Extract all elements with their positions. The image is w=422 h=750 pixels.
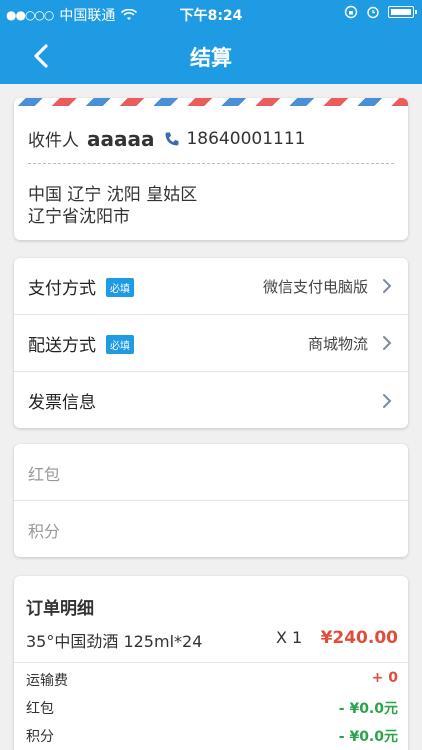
chevron-right-icon bbox=[383, 393, 392, 408]
invoice-info-row[interactable]: 发票信息 bbox=[14, 372, 408, 428]
alarm-icon bbox=[367, 6, 379, 19]
address-detail: 辽宁省沈阳市 bbox=[28, 207, 130, 227]
recipient-row: 收件人 aaaaa 18640001111 bbox=[28, 126, 306, 152]
shipping-fee-row: 运输费 + 0 bbox=[26, 670, 398, 690]
payment-method-label: 支付方式 bbox=[28, 278, 96, 299]
status-bar: ●●○○○ 中国联通 下午8:24 bbox=[0, 0, 422, 28]
order-detail-title: 订单明细 bbox=[26, 599, 94, 619]
redpacket-label: 红包 bbox=[28, 465, 61, 484]
item-price: ¥240.00 bbox=[320, 628, 398, 648]
order-detail-card: 订单明细 35°中国劲酒 125ml*24 X 1 ¥240.00 运输费 + … bbox=[14, 576, 408, 750]
recipient-label: 收件人 bbox=[28, 131, 79, 151]
delivery-method-row[interactable]: 配送方式 必填 商城物流 bbox=[14, 315, 408, 372]
delivery-method-label: 配送方式 bbox=[28, 335, 96, 356]
invoice-info-label: 发票信息 bbox=[28, 393, 96, 413]
points-label: 积分 bbox=[28, 522, 61, 541]
item-name: 35°中国劲酒 125ml*24 bbox=[26, 632, 203, 651]
phone-icon bbox=[165, 132, 179, 145]
redpacket-discount-value: - ¥0.0元 bbox=[338, 701, 398, 717]
shipping-fee-label: 运输费 bbox=[26, 673, 68, 689]
shipping-fee-value: + 0 bbox=[371, 670, 398, 686]
delivery-method-value: 商城物流 bbox=[307, 334, 368, 353]
airmail-stripe bbox=[14, 98, 408, 106]
divider bbox=[14, 662, 408, 663]
address-card[interactable]: 收件人 aaaaa 18640001111 中国 辽宁 沈阳 皇姑区 辽宁省沈阳… bbox=[14, 98, 408, 240]
points-discount-value: - ¥0.0元 bbox=[338, 729, 398, 745]
points-discount-row: 积分 - ¥0.0元 bbox=[26, 726, 398, 746]
required-badge: 必填 bbox=[106, 278, 134, 297]
rotation-lock-icon bbox=[344, 5, 358, 19]
payment-method-row[interactable]: 支付方式 必填 微信支付电脑版 bbox=[14, 258, 408, 315]
recipient-name: aaaaa bbox=[87, 126, 155, 151]
payment-method-value: 微信支付电脑版 bbox=[262, 277, 368, 296]
points-discount-label: 积分 bbox=[26, 729, 54, 745]
nav-bar: 结算 bbox=[0, 28, 422, 84]
recipient-phone: 18640001111 bbox=[186, 128, 306, 149]
page-title: 结算 bbox=[190, 46, 232, 70]
chevron-right-icon bbox=[383, 336, 392, 350]
status-right bbox=[344, 5, 417, 19]
item-quantity: X 1 bbox=[276, 628, 303, 647]
redpacket-discount-label: 红包 bbox=[26, 701, 54, 717]
chevron-right-icon bbox=[383, 279, 392, 293]
order-item-row: 35°中国劲酒 125ml*24 X 1 ¥240.00 bbox=[26, 628, 398, 652]
redpacket-row[interactable]: 红包 bbox=[14, 444, 408, 500]
points-row[interactable]: 积分 bbox=[14, 501, 408, 557]
address-divider bbox=[28, 163, 394, 164]
discount-card: 红包 积分 bbox=[14, 444, 408, 557]
battery-icon bbox=[388, 6, 417, 18]
checkout-options-card: 支付方式 必填 微信支付电脑版 配送方式 必填 商城物流 发票信息 bbox=[14, 258, 408, 428]
redpacket-discount-row: 红包 - ¥0.0元 bbox=[26, 698, 398, 718]
required-badge: 必填 bbox=[106, 335, 134, 354]
